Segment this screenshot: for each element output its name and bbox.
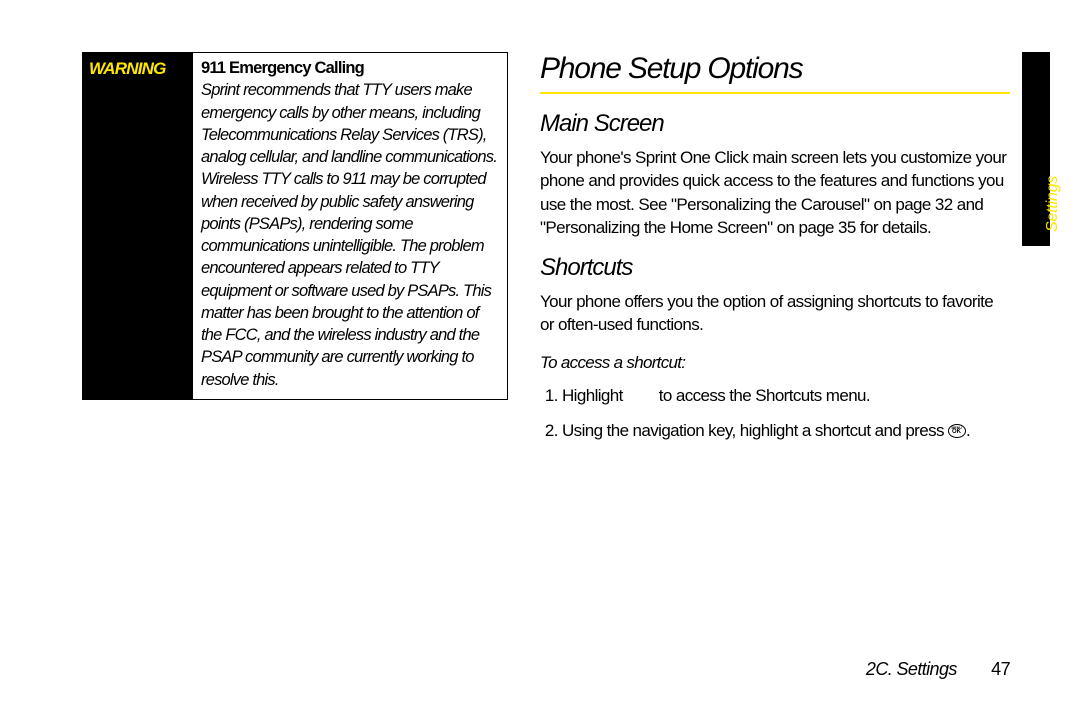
step-1a: Highlight [562,386,623,405]
main-screen-paragraph: Your phone's Sprint One Click main scree… [540,146,1010,240]
steps-list: Highlight to access the Shortcuts menu. U… [540,383,1010,444]
footer-section: 2C. Settings [866,659,957,679]
warning-box: WARNING 911 Emergency Calling Sprint rec… [82,52,508,400]
step-2a: Using the navigation key, highlight a sh… [562,421,944,440]
howto-label: To access a shortcut: [540,353,1010,373]
right-column: Phone Setup Options Main Screen Your pho… [540,52,1010,454]
shortcuts-intro: Your phone offers you the option of assi… [540,290,1010,337]
side-tab: Settings [1022,52,1050,246]
heading-shortcuts: Shortcuts [540,254,1010,282]
step-1b: to access the Shortcuts menu. [659,386,870,405]
warning-body: 911 Emergency Calling Sprint recommends … [193,53,507,399]
warning-title: 911 Emergency Calling [201,57,499,79]
manual-page: WARNING 911 Emergency Calling Sprint rec… [0,0,1080,720]
warning-text: Sprint recommends that TTY users make em… [201,79,499,391]
warning-label: WARNING [83,53,193,399]
section-title: Phone Setup Options [540,52,1010,94]
step-2b: . [966,421,970,440]
heading-main-screen: Main Screen [540,110,1010,138]
page-footer: 2C. Settings 47 [540,659,1010,680]
step-2: Using the navigation key, highlight a sh… [562,418,1010,444]
menu-ok-icon [948,424,966,438]
step-1: Highlight to access the Shortcuts menu. [562,383,1010,409]
footer-page-number: 47 [991,659,1010,679]
side-tab-label: Settings [1044,176,1062,232]
